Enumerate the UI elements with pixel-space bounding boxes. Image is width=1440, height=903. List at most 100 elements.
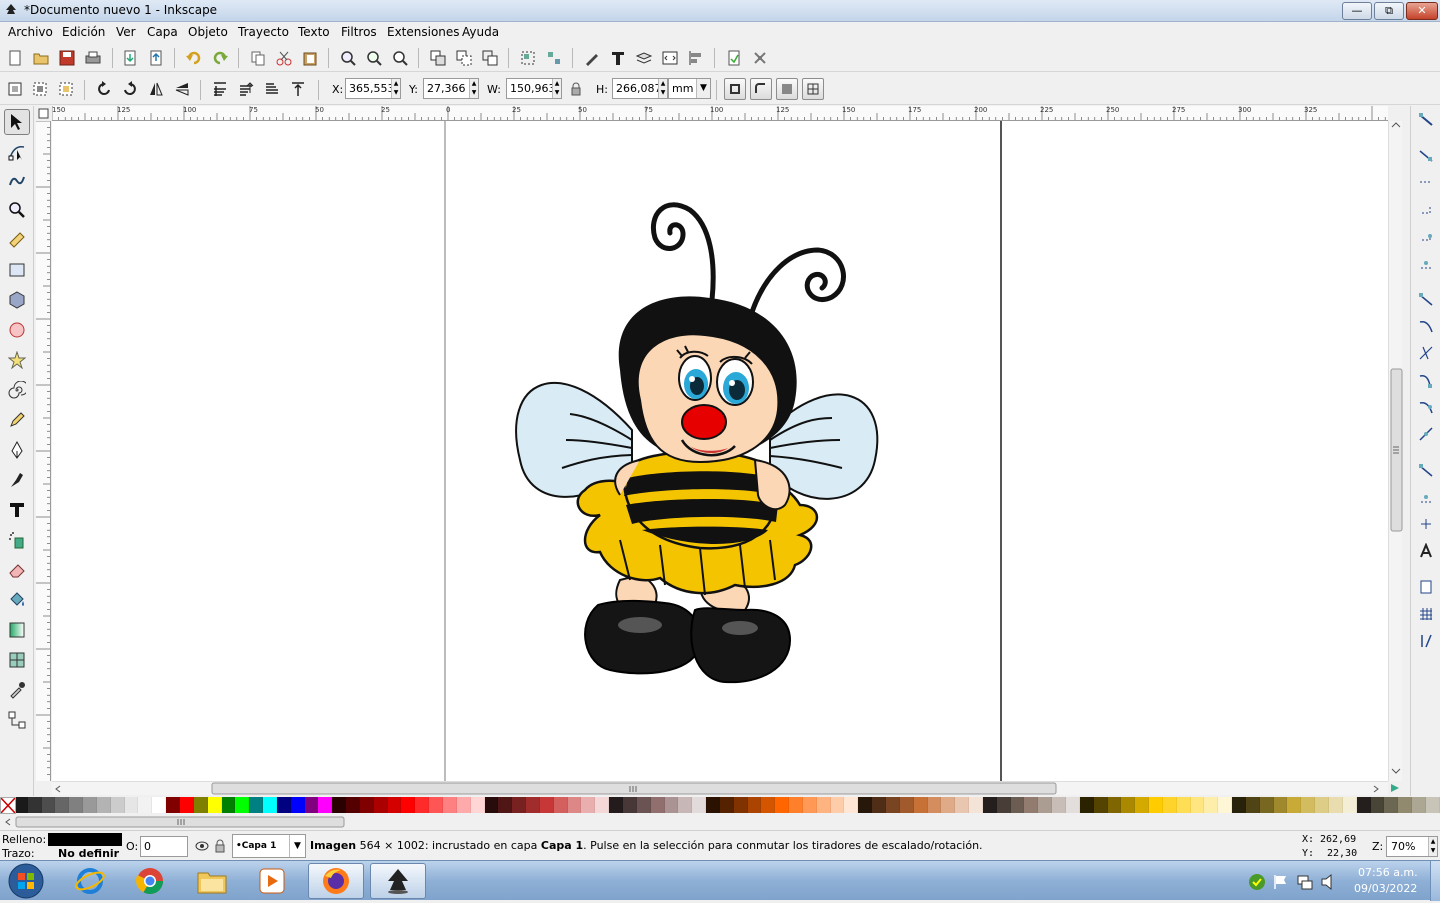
text-tool-icon[interactable] bbox=[4, 497, 30, 523]
lower-to-bottom-icon[interactable] bbox=[288, 79, 308, 99]
palette-swatch[interactable] bbox=[221, 797, 236, 813]
palette-swatch[interactable] bbox=[1259, 797, 1274, 813]
palette-swatch[interactable] bbox=[609, 797, 623, 813]
palette-swatch[interactable] bbox=[1107, 797, 1122, 813]
palette-swatch[interactable] bbox=[1384, 797, 1399, 813]
zoom-page-icon[interactable] bbox=[390, 48, 410, 68]
open-folder-icon[interactable] bbox=[31, 48, 51, 68]
menu-ayuda[interactable]: Ayuda bbox=[462, 25, 499, 39]
palette-swatch[interactable] bbox=[27, 797, 42, 813]
snap-bbox-corner-icon[interactable] bbox=[1417, 200, 1435, 218]
calligraphy-tool-icon[interactable] bbox=[4, 467, 30, 493]
palette-swatch[interactable] bbox=[1079, 797, 1094, 813]
snap-cusp-nodes-icon[interactable] bbox=[1417, 371, 1435, 389]
palette-swatch[interactable] bbox=[373, 797, 388, 813]
palette-swatch[interactable] bbox=[1218, 797, 1233, 813]
move-gradients-toggle[interactable] bbox=[776, 78, 798, 100]
palette-swatch[interactable] bbox=[706, 797, 720, 813]
paste-icon[interactable] bbox=[300, 48, 320, 68]
palette-swatch[interactable] bbox=[733, 797, 748, 813]
palette-scrollbar[interactable] bbox=[0, 815, 1440, 829]
group-icon[interactable] bbox=[518, 48, 538, 68]
palette-swatch[interactable] bbox=[678, 797, 693, 813]
zoom-drawing-icon[interactable] bbox=[364, 48, 384, 68]
palette-swatch[interactable] bbox=[401, 797, 416, 813]
palette-swatch[interactable] bbox=[802, 797, 817, 813]
menu-archivo[interactable]: Archivo bbox=[8, 25, 53, 39]
file-explorer-icon[interactable] bbox=[184, 863, 240, 899]
palette-swatch[interactable] bbox=[152, 797, 167, 813]
palette-swatch[interactable] bbox=[1356, 797, 1371, 813]
selector-tool-icon[interactable] bbox=[4, 109, 30, 135]
palette-swatch[interactable] bbox=[470, 797, 485, 813]
ellipse-tool-icon[interactable] bbox=[4, 317, 30, 343]
palette-swatch[interactable] bbox=[1342, 797, 1357, 813]
menu-ver[interactable]: Ver bbox=[116, 25, 136, 39]
palette-swatch[interactable] bbox=[1232, 797, 1246, 813]
palette-swatch[interactable] bbox=[1024, 797, 1039, 813]
palette-swatch[interactable] bbox=[1065, 797, 1080, 813]
palette-swatch[interactable] bbox=[886, 797, 900, 813]
clock-date[interactable]: 09/03/2022 bbox=[1354, 882, 1417, 895]
snap-intersections-icon[interactable] bbox=[1417, 344, 1435, 362]
palette-swatch[interactable] bbox=[899, 797, 914, 813]
palette-swatch[interactable] bbox=[1204, 797, 1219, 813]
palette-swatch[interactable] bbox=[830, 797, 845, 813]
spray-tool-icon[interactable] bbox=[4, 527, 30, 553]
palette-swatch[interactable] bbox=[346, 797, 360, 813]
raise-to-top-icon[interactable] bbox=[210, 79, 230, 99]
import-icon[interactable] bbox=[120, 48, 140, 68]
zoom-input[interactable]: 70% ▲ ▼ bbox=[1386, 836, 1438, 857]
color-palette[interactable] bbox=[0, 797, 1440, 814]
close-button[interactable]: ✕ bbox=[1406, 2, 1438, 20]
unit-select[interactable]: mm ▼ bbox=[668, 78, 711, 99]
palette-swatch[interactable] bbox=[1370, 797, 1385, 813]
palette-swatch[interactable] bbox=[1149, 797, 1163, 813]
palette-swatch[interactable] bbox=[1038, 797, 1053, 813]
chrome-icon[interactable] bbox=[122, 863, 178, 899]
rectangle-tool-icon[interactable] bbox=[4, 257, 30, 283]
firefox-icon[interactable] bbox=[308, 863, 364, 899]
horizontal-scrollbar[interactable] bbox=[52, 781, 1388, 795]
palette-swatch[interactable] bbox=[955, 797, 970, 813]
palette-swatch[interactable] bbox=[276, 797, 291, 813]
palette-swatch[interactable] bbox=[166, 797, 180, 813]
snap-guides-icon[interactable] bbox=[1417, 632, 1435, 650]
text-font-icon[interactable] bbox=[608, 48, 628, 68]
scale-corners-toggle[interactable] bbox=[750, 78, 772, 100]
palette-swatch[interactable] bbox=[1273, 797, 1288, 813]
menu-edicion[interactable]: Edición bbox=[62, 25, 105, 39]
select-all-layers-icon[interactable] bbox=[30, 79, 50, 99]
menu-filtros[interactable]: Filtros bbox=[341, 25, 377, 39]
palette-swatch[interactable] bbox=[1121, 797, 1136, 813]
palette-swatch[interactable] bbox=[996, 797, 1011, 813]
palette-swatch[interactable] bbox=[207, 797, 222, 813]
start-button[interactable] bbox=[6, 862, 46, 900]
palette-swatch[interactable] bbox=[526, 797, 540, 813]
chevron-down-icon[interactable]: ▼ bbox=[696, 79, 710, 98]
palette-swatch[interactable] bbox=[318, 797, 333, 813]
palette-swatch[interactable] bbox=[816, 797, 831, 813]
zoom-spin-arrows[interactable]: ▲ ▼ bbox=[1428, 837, 1437, 856]
snap-bbox-icon[interactable] bbox=[1417, 146, 1435, 164]
tray-update-icon[interactable] bbox=[1248, 873, 1266, 891]
palette-swatch[interactable] bbox=[1176, 797, 1191, 813]
palette-swatch[interactable] bbox=[359, 797, 374, 813]
palette-swatch[interactable] bbox=[415, 797, 430, 813]
palette-swatch[interactable] bbox=[941, 797, 956, 813]
network-icon[interactable] bbox=[1296, 873, 1314, 891]
palette-swatch[interactable] bbox=[69, 797, 84, 813]
ungroup-icon[interactable] bbox=[544, 48, 564, 68]
volume-icon[interactable] bbox=[1320, 873, 1338, 891]
palette-swatch[interactable] bbox=[332, 797, 347, 813]
menu-trayecto[interactable]: Trayecto bbox=[238, 25, 289, 39]
measure-tool-icon[interactable] bbox=[4, 227, 30, 253]
print-icon[interactable] bbox=[83, 48, 103, 68]
palette-swatch[interactable] bbox=[844, 797, 859, 813]
palette-swatch[interactable] bbox=[1162, 797, 1177, 813]
clone-icon[interactable] bbox=[454, 48, 474, 68]
save-icon[interactable] bbox=[57, 48, 77, 68]
snap-bbox-midpoint-icon[interactable] bbox=[1417, 227, 1435, 245]
export-icon[interactable] bbox=[146, 48, 166, 68]
snap-bbox-center-icon[interactable] bbox=[1417, 254, 1435, 272]
